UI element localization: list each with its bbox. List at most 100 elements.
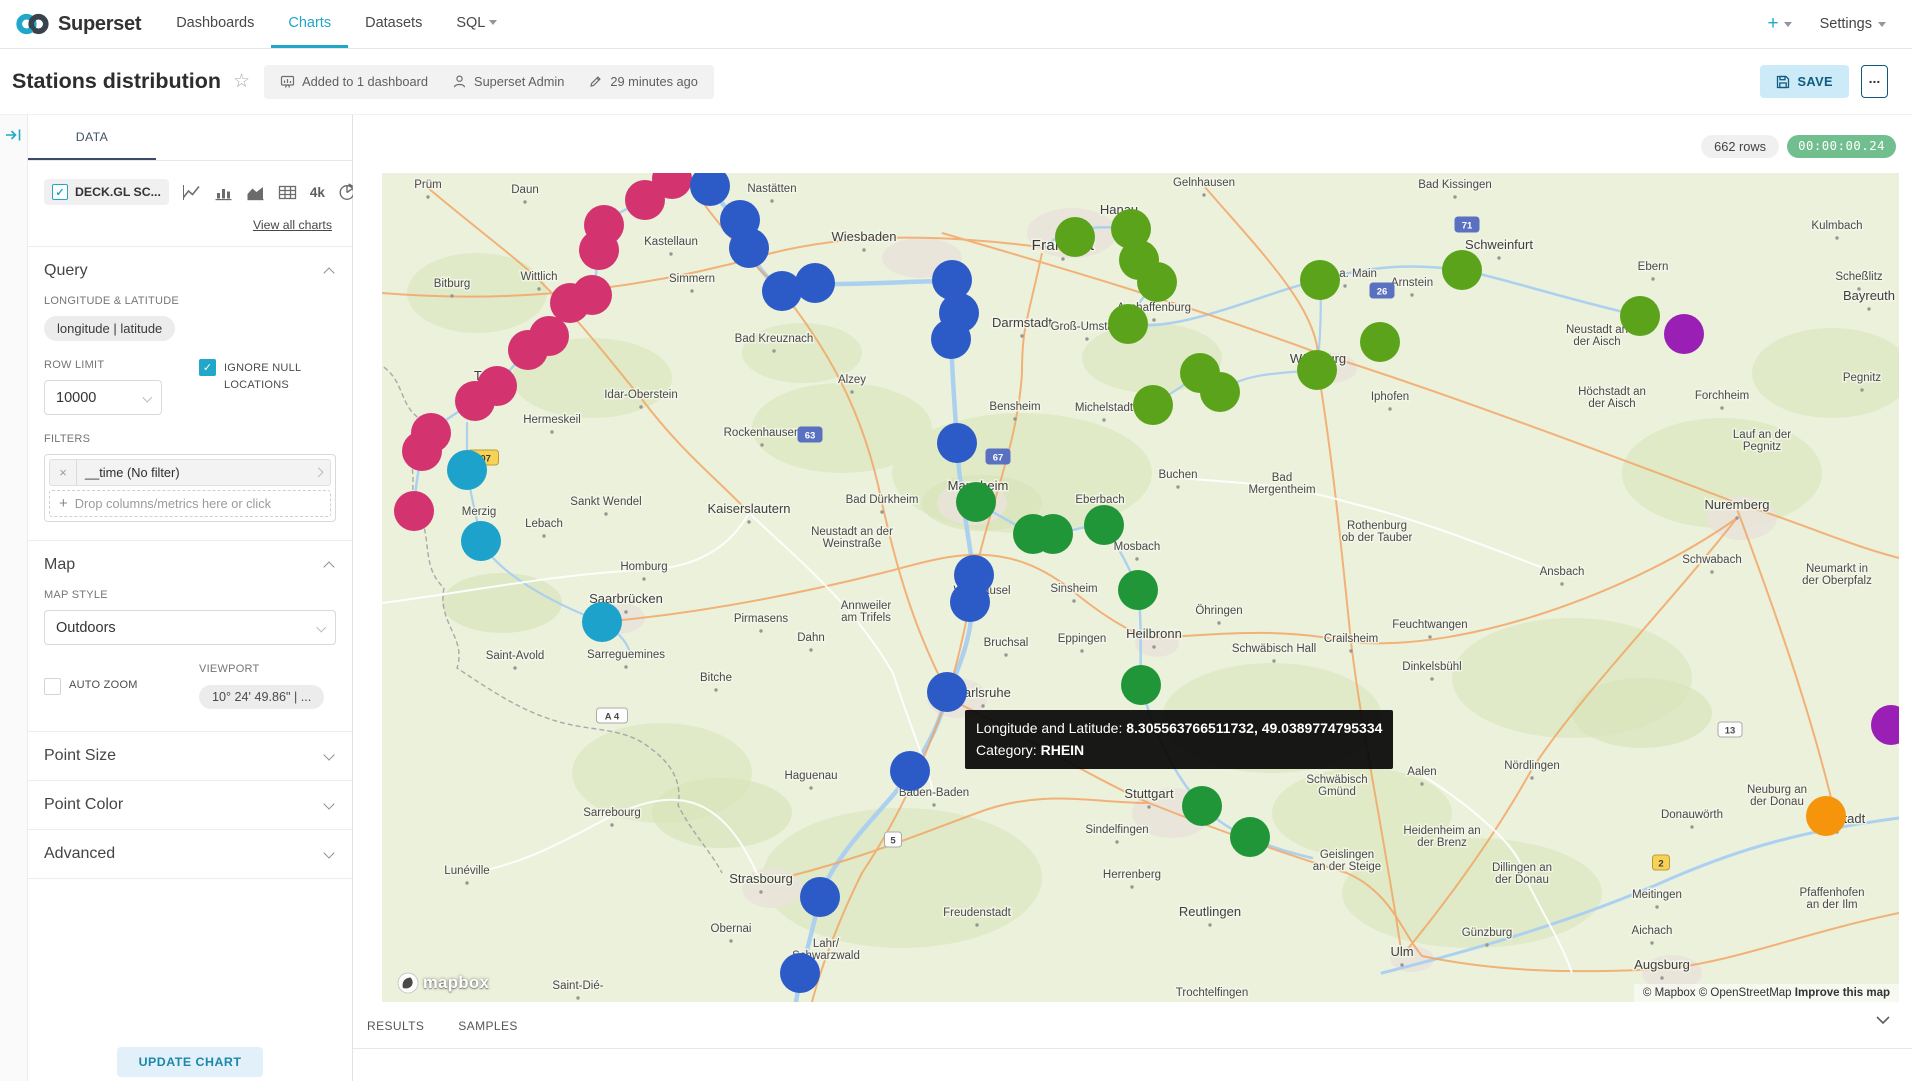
table-icon[interactable] bbox=[278, 184, 297, 201]
map-point[interactable] bbox=[394, 491, 434, 531]
update-chart-button[interactable]: UPDATE CHART bbox=[117, 1047, 264, 1077]
map-point[interactable] bbox=[800, 877, 840, 917]
superset-logo[interactable]: Superset bbox=[0, 0, 159, 48]
map-point[interactable] bbox=[461, 521, 501, 561]
map-point[interactable] bbox=[1806, 796, 1846, 836]
dashboard-count[interactable]: Added to 1 dashboard bbox=[280, 74, 428, 89]
bar-chart-icon[interactable] bbox=[214, 184, 233, 201]
map-point[interactable] bbox=[937, 423, 977, 463]
svg-text:67: 67 bbox=[993, 453, 1004, 464]
map-city-label: Lebach bbox=[525, 518, 563, 530]
viz-type-selected[interactable]: ✓ DECK.GL SC... bbox=[44, 179, 169, 205]
map-point[interactable] bbox=[1620, 296, 1660, 336]
map-point[interactable] bbox=[1108, 304, 1148, 344]
map-point[interactable] bbox=[1055, 217, 1095, 257]
nav-item-sql[interactable]: SQL bbox=[439, 0, 514, 48]
map-point[interactable] bbox=[1182, 786, 1222, 826]
map-city-label: Homburg bbox=[620, 561, 667, 573]
map-city-label: Herrenberg bbox=[1103, 869, 1161, 881]
point-color-header[interactable]: Point Color bbox=[28, 781, 352, 829]
area-chart-icon[interactable] bbox=[246, 184, 265, 201]
more-options-button[interactable]: ... bbox=[1861, 65, 1888, 98]
map-point[interactable] bbox=[579, 230, 619, 270]
map-point[interactable] bbox=[795, 263, 835, 303]
view-all-charts-link[interactable]: View all charts bbox=[44, 218, 332, 232]
tab-data[interactable]: DATA bbox=[28, 115, 156, 160]
map-point[interactable] bbox=[1200, 372, 1240, 412]
map-point[interactable] bbox=[780, 953, 820, 993]
point-size-header[interactable]: Point Size bbox=[28, 732, 352, 780]
nav-item-dashboards[interactable]: Dashboards bbox=[159, 0, 271, 48]
map-point[interactable] bbox=[729, 228, 769, 268]
map-point[interactable] bbox=[1300, 260, 1340, 300]
tab-samples[interactable]: SAMPLES bbox=[458, 1019, 518, 1033]
road-shield: 63 bbox=[798, 427, 822, 442]
mapbox-attribution-link[interactable]: © Mapbox bbox=[1643, 987, 1696, 999]
ignore-null-checkbox[interactable]: ✓ bbox=[199, 359, 216, 376]
map-point[interactable] bbox=[625, 180, 665, 220]
svg-text:5: 5 bbox=[890, 836, 896, 847]
svg-text:63: 63 bbox=[805, 431, 816, 442]
map-point[interactable] bbox=[950, 582, 990, 622]
map-canvas[interactable]: PrümDaunNastättenGelnhausenBad Kissingen… bbox=[382, 173, 1899, 1002]
map-city-label: Dillingen ander Donau bbox=[1492, 862, 1552, 886]
filters-label: FILTERS bbox=[44, 433, 336, 445]
chart-owner[interactable]: Superset Admin bbox=[452, 74, 564, 89]
mapbox-logo[interactable]: mapbox bbox=[397, 972, 489, 994]
map-point[interactable] bbox=[447, 450, 487, 490]
map-city-label: Hermeskeil bbox=[523, 414, 581, 426]
line-chart-icon[interactable] bbox=[182, 184, 201, 201]
map-point[interactable] bbox=[582, 602, 622, 642]
map-point[interactable] bbox=[1084, 505, 1124, 545]
osm-attribution-link[interactable]: © OpenStreetMap bbox=[1699, 987, 1792, 999]
map-point[interactable] bbox=[1442, 250, 1482, 290]
row-limit-select[interactable]: 10000 bbox=[44, 380, 162, 415]
map-point[interactable] bbox=[550, 283, 590, 323]
map-style-select[interactable]: Outdoors bbox=[44, 610, 336, 645]
nav-item-datasets[interactable]: Datasets bbox=[348, 0, 439, 48]
map-point[interactable] bbox=[1230, 817, 1270, 857]
map-point[interactable] bbox=[1118, 570, 1158, 610]
map-point[interactable] bbox=[1033, 514, 1073, 554]
lonlat-chip[interactable]: longitude | latitude bbox=[44, 316, 175, 341]
nav-item-charts[interactable]: Charts bbox=[271, 0, 348, 48]
map-point[interactable] bbox=[1360, 322, 1400, 362]
new-item-button[interactable]: + bbox=[1767, 13, 1791, 35]
big-number-viz[interactable]: 4k bbox=[310, 185, 325, 200]
settings-menu[interactable]: Settings bbox=[1820, 16, 1886, 32]
map-point[interactable] bbox=[1121, 665, 1161, 705]
map-point[interactable] bbox=[508, 330, 548, 370]
map-point[interactable] bbox=[890, 751, 930, 791]
map-city-label: Eberbach bbox=[1075, 494, 1124, 506]
tab-results[interactable]: RESULTS bbox=[367, 1019, 424, 1033]
advanced-header[interactable]: Advanced bbox=[28, 830, 352, 878]
map-city-label: Aichach bbox=[1632, 925, 1673, 937]
auto-zoom-checkbox[interactable] bbox=[44, 678, 61, 695]
improve-map-link[interactable]: Improve this map bbox=[1795, 987, 1890, 999]
viewport-chip[interactable]: 10° 24' 49.86" | ... bbox=[199, 685, 324, 709]
chevron-right-icon bbox=[313, 468, 322, 477]
map-city-label: Ebern bbox=[1638, 261, 1669, 273]
map-point[interactable] bbox=[1297, 350, 1337, 390]
filter-chip-time[interactable]: × __time (No filter) bbox=[49, 459, 331, 486]
map-point[interactable] bbox=[1133, 385, 1173, 425]
map-point[interactable] bbox=[1664, 314, 1704, 354]
save-button[interactable]: SAVE bbox=[1760, 65, 1850, 98]
last-modified[interactable]: 29 minutes ago bbox=[588, 74, 698, 89]
favorite-star-icon[interactable]: ☆ bbox=[233, 70, 250, 93]
map-section-header[interactable]: Map bbox=[28, 541, 352, 589]
map-point[interactable] bbox=[455, 381, 495, 421]
query-section-header[interactable]: Query bbox=[28, 247, 352, 295]
expand-panel-icon[interactable] bbox=[5, 127, 23, 143]
map-point[interactable] bbox=[932, 260, 972, 300]
map-city-label: Buchen bbox=[1158, 469, 1197, 481]
remove-filter-icon[interactable]: × bbox=[50, 460, 77, 485]
map-point[interactable] bbox=[927, 672, 967, 712]
map-city-label: Schwabach bbox=[1682, 554, 1741, 566]
map-point[interactable] bbox=[402, 431, 442, 471]
collapse-results-icon[interactable] bbox=[1875, 1015, 1891, 1025]
filter-drop-zone[interactable]: + Drop columns/metrics here or click bbox=[49, 490, 331, 517]
map-point[interactable] bbox=[956, 482, 996, 522]
map-point[interactable] bbox=[931, 319, 971, 359]
map-point[interactable] bbox=[1137, 262, 1177, 302]
